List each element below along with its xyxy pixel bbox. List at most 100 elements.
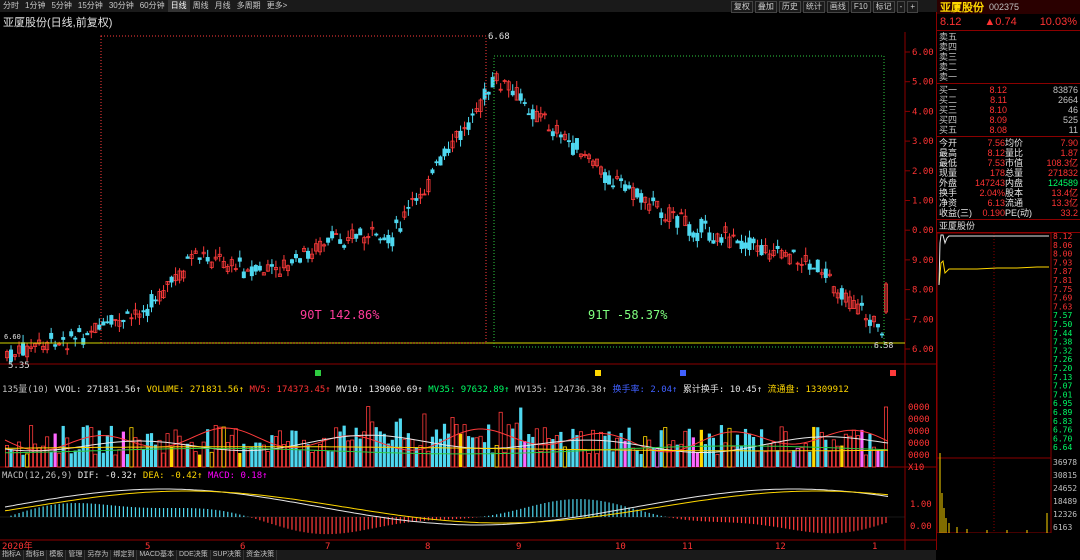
indicator-tab-5[interactable]: 绑定到 (111, 550, 138, 560)
candle-body (257, 265, 262, 271)
volume-bar (113, 454, 118, 468)
mv10-value: MV10: 139060.69↑ (336, 385, 423, 395)
volume-bar (586, 453, 591, 468)
price-axis-label: 1.00 (912, 197, 934, 207)
event-marker-icon (680, 370, 686, 376)
volume-bar (511, 428, 515, 467)
period-8[interactable]: 月线 (212, 0, 234, 12)
candle-body (109, 315, 114, 325)
ask-price (967, 72, 1007, 82)
ask-row[interactable]: 卖四 (937, 42, 1080, 52)
mini-axis-label: 6.95 (1053, 399, 1072, 408)
indicator-tab-3[interactable]: 管理 (66, 550, 86, 560)
period-4[interactable]: 30分钟 (106, 0, 137, 12)
volume-bar (755, 450, 760, 468)
quote-stock-name: 亚厦股份 (940, 2, 984, 14)
candle-body (743, 242, 748, 249)
ask-row[interactable]: 卖五 (937, 32, 1080, 42)
mini-axis-label: 7.87 (1053, 267, 1072, 276)
volume-bar (808, 451, 812, 467)
volume-bar (65, 437, 70, 468)
period-3[interactable]: 15分钟 (75, 0, 106, 12)
price-axis-label: 7.00 (912, 315, 934, 325)
candle-body (659, 212, 664, 219)
volume-bar (542, 427, 547, 468)
volume-bar (787, 451, 792, 468)
candle-body (558, 134, 563, 138)
candle-body (687, 224, 692, 236)
volume-bar (390, 439, 394, 467)
candle-body (639, 193, 644, 203)
quote-panel: 亚厦股份 002375 8.12 ▲0.74 10.03% 卖五 卖四 卖三 卖二 卖一… (936, 0, 1080, 560)
indicator-tab-8[interactable]: SUP决策 (211, 550, 245, 560)
low-price-label-right: 6.58 (874, 341, 893, 350)
indicator-tab-1[interactable]: 指标B (24, 550, 48, 560)
indicator-tab-2[interactable]: 模板 (47, 550, 67, 560)
volume-bar (254, 442, 258, 467)
candle-body (414, 198, 419, 201)
indicator-tab-7[interactable]: DDE决策 (177, 550, 211, 560)
period-10[interactable]: 更多> (264, 0, 291, 12)
bid-row[interactable]: 买一 8.12 83876 (937, 85, 1080, 95)
volume-bar (483, 442, 487, 467)
period-9[interactable]: 多周期 (234, 0, 264, 12)
macd-axis-label: 1.00 (910, 500, 932, 510)
stat-v1: 147243 (974, 178, 1005, 188)
volume-bar (487, 424, 491, 467)
volume-bar (322, 437, 327, 468)
volume-bar (157, 439, 162, 468)
volume-bar (298, 450, 302, 467)
ask-vol (1007, 52, 1078, 62)
indicator-tab-6[interactable]: MACD基本 (137, 550, 177, 560)
event-marker-icon (595, 370, 601, 376)
period-2[interactable]: 5分钟 (48, 0, 74, 12)
period-0[interactable]: 分时 (0, 0, 22, 12)
candle-body (879, 333, 884, 336)
volume-bar (763, 451, 768, 468)
candle-body (867, 319, 872, 326)
candle-body (691, 232, 696, 238)
stat-v1: 7.53 (987, 158, 1005, 168)
period-1[interactable]: 1分钟 (22, 0, 48, 12)
volume-bar (398, 418, 402, 467)
indicator-tab-0[interactable]: 指标A (0, 550, 24, 560)
intraday-mini-chart[interactable]: 8.128.068.007.937.877.817.757.697.637.57… (936, 232, 1080, 534)
ask-vol (1007, 32, 1078, 42)
period-7[interactable]: 周线 (190, 0, 212, 12)
bid-price: 8.11 (990, 95, 1007, 105)
bid-label: 买三 (939, 105, 958, 115)
bid-row[interactable]: 买二 8.11 2664 (937, 95, 1080, 105)
period-6[interactable]: 日线 (167, 0, 190, 12)
indicator-tab-9[interactable]: 资金决策 (244, 550, 278, 560)
bid-row[interactable]: 买四 8.09 525 (937, 115, 1080, 125)
ask-row[interactable]: 卖二 (937, 62, 1080, 72)
volume-bar (502, 451, 507, 468)
volume-bar (474, 437, 479, 468)
candle-body (9, 349, 14, 362)
volume-bar (422, 413, 427, 468)
volume-bar (265, 451, 270, 468)
stat-l2: 均价 (1005, 138, 1024, 148)
volume-bar (209, 451, 214, 468)
volume-bar (639, 453, 643, 467)
mv135-line (4, 446, 888, 452)
volume-bar (824, 439, 828, 467)
bid-row[interactable]: 买五 8.08 11 (937, 125, 1080, 135)
indicator-tab-4[interactable]: 另存为 (85, 550, 112, 560)
period-5[interactable]: 60分钟 (137, 0, 168, 12)
x-axis-label: 12 (775, 542, 786, 550)
bid-row[interactable]: 买三 8.10 46 (937, 105, 1080, 115)
ask-price (967, 52, 1007, 62)
ask-row[interactable]: 卖三 (937, 52, 1080, 62)
volume-bar (358, 438, 362, 467)
kline-chart[interactable]: 6.00 5.00 4.00 3.00 2.00 1.00 0.00 9.00 8.00 7.00… (0, 12, 936, 550)
volume-bar (562, 446, 567, 468)
candle-body (145, 308, 150, 316)
volume-bar (470, 437, 475, 467)
bid-label: 买一 (939, 85, 958, 95)
candle-body (298, 258, 303, 263)
candle-body (125, 311, 130, 314)
stat-row: 今开 7.56 均价 7.90 (937, 138, 1080, 148)
stat-v2: 108.3亿 (1046, 158, 1078, 168)
ask-row[interactable]: 卖一 (937, 72, 1080, 82)
